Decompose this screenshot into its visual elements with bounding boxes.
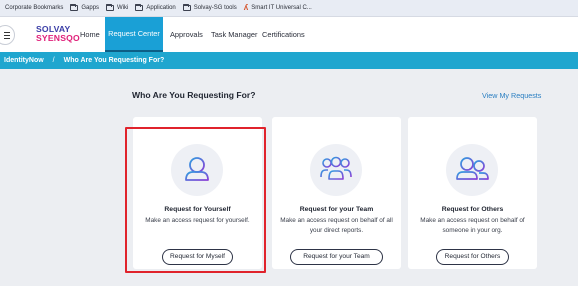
request-for-team-button[interactable]: Request for your Team xyxy=(290,249,383,265)
bookmark-label: Wiki xyxy=(117,5,129,11)
card-title: Request for Others xyxy=(441,206,504,213)
nav-request-center[interactable]: Request Center xyxy=(105,17,163,52)
team-icon xyxy=(320,156,352,180)
folder-icon xyxy=(182,4,191,11)
nav-task-manager[interactable]: Task Manager xyxy=(211,17,257,52)
icon-circle xyxy=(446,144,498,196)
bookmark-solvay-sg-tools[interactable]: Solvay-SG tools xyxy=(182,4,237,11)
card-title: Request for your Team xyxy=(299,206,374,213)
bookmark-label: Corporate Bookmarks xyxy=(5,5,64,11)
nav-certifications[interactable]: Certifications xyxy=(262,17,305,52)
brand-logo[interactable]: SOLVAY SYENSQO xyxy=(36,25,80,43)
icon-circle xyxy=(171,144,223,196)
menu-icon xyxy=(4,32,10,33)
nav-approvals[interactable]: Approvals xyxy=(170,17,203,52)
menu-toggle-button[interactable] xyxy=(0,25,15,45)
bookmark-label: Smart IT Universal C... xyxy=(251,5,312,11)
card-description: Make an access request on behalf of all … xyxy=(280,217,393,234)
menu-icon-bar xyxy=(4,38,10,39)
folder-icon xyxy=(70,4,79,11)
brand-line2: SYENSQO xyxy=(36,33,80,43)
page-title: Who Are You Requesting For? xyxy=(132,90,256,100)
folder-icon xyxy=(135,4,144,11)
top-navigation: SOLVAY SYENSQO Home Request Center Appro… xyxy=(0,17,578,52)
nav-home[interactable]: Home xyxy=(80,17,100,52)
single-user-icon xyxy=(185,157,209,181)
bookmark-corporate[interactable]: Corporate Bookmarks xyxy=(5,5,63,11)
card-title: Request for Yourself xyxy=(164,206,231,213)
bookmark-label: Solvay-SG tools xyxy=(193,5,237,11)
bookmark-label: Application xyxy=(146,5,176,11)
menu-icon-bar xyxy=(4,35,10,36)
icon-circle xyxy=(310,144,362,196)
bookmark-gapps[interactable]: Gapps xyxy=(70,4,100,11)
bookmark-application[interactable]: Application xyxy=(135,4,176,11)
request-for-myself-button[interactable]: Request for Myself xyxy=(162,249,233,265)
card-request-others[interactable]: Request for Others Make an access reques… xyxy=(408,117,537,269)
breadcrumb-root[interactable]: IdentityNow xyxy=(4,57,44,64)
two-users-icon xyxy=(456,157,489,180)
bookmark-label: Gapps xyxy=(81,5,100,11)
card-description: Make an access request for yourself. xyxy=(145,217,250,224)
card-description: Make an access request on behalf of some… xyxy=(420,217,525,234)
folder-icon xyxy=(106,4,115,11)
view-my-requests-link[interactable]: View My Requests xyxy=(482,91,541,100)
breadcrumb-separator: / xyxy=(52,57,55,64)
card-request-team[interactable]: Request for your Team Make an access req… xyxy=(272,117,401,269)
bookmark-smart-it[interactable]: ʎ Smart IT Universal C... xyxy=(244,4,312,12)
card-request-yourself[interactable]: Request for Yourself Make an access requ… xyxy=(133,117,262,269)
bookmarks-bar: Corporate Bookmarks Gapps Wiki Applicati… xyxy=(0,0,578,17)
request-for-others-button[interactable]: Request for Others xyxy=(436,249,509,265)
bookmark-wiki[interactable]: Wiki xyxy=(106,4,129,11)
breadcrumb: IdentityNow / Who Are You Requesting For… xyxy=(0,52,578,69)
smart-it-glyph-icon: ʎ xyxy=(243,3,249,12)
breadcrumb-current: Who Are You Requesting For? xyxy=(63,57,165,64)
